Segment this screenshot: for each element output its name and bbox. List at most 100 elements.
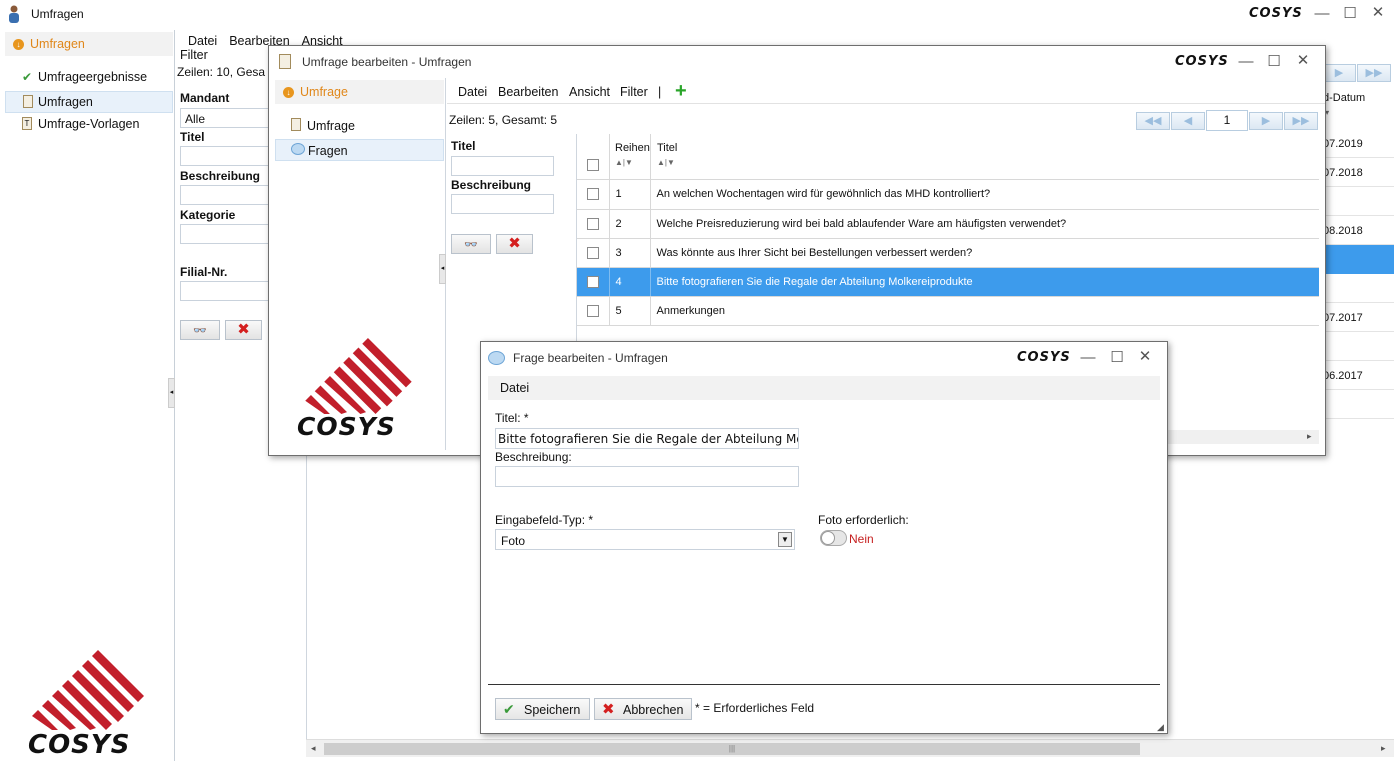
main-hscrollbar[interactable]: ◂ ||| ▸ [306, 739, 1394, 757]
main-pager-next[interactable]: ▶ [1322, 64, 1356, 82]
table-row[interactable]: 2 Welche Preisreduzierung wird bei bald … [577, 209, 1319, 239]
menu-datei[interactable]: Datei [458, 85, 487, 99]
scroll-left-icon[interactable]: ◂ [311, 743, 316, 754]
maximize-icon[interactable]: ☐ [1265, 54, 1283, 69]
survey-nav-umfrage[interactable]: Umfrage [289, 116, 439, 136]
select-all-checkbox[interactable] [587, 159, 599, 171]
foto-toggle[interactable] [820, 530, 847, 546]
menu-filter[interactable]: Filter [620, 85, 648, 99]
sidebar-header[interactable]: ↓ Umfragen [5, 32, 173, 56]
menu-bearbeiten[interactable]: Bearbeiten [498, 85, 558, 99]
save-button[interactable]: ✔ Speichern [495, 698, 590, 720]
titel-field[interactable] [180, 146, 280, 166]
red-x-icon: ✖ [508, 235, 521, 252]
minimize-icon[interactable]: — [1237, 54, 1255, 69]
menu-filter[interactable]: Filter [180, 48, 208, 62]
scroll-right-icon[interactable]: ▸ [1381, 743, 1386, 754]
main-pager-last[interactable]: ▶▶ [1357, 64, 1391, 82]
titel-input-value: Bitte fotografieren Sie die Regale der A… [498, 432, 799, 446]
scroll-thumb[interactable]: ||| [324, 743, 1140, 755]
sidebar-item-umfrage-vorlagen[interactable]: T Umfrage-Vorlagen [20, 115, 170, 135]
column-divider [650, 134, 651, 180]
pager-last[interactable]: ▶▶ [1284, 112, 1318, 130]
menu-datei[interactable]: Datei [500, 381, 529, 395]
main-rows-info: Zeilen: 10, Gesa [177, 65, 266, 79]
close-icon[interactable]: ✕ [1294, 53, 1312, 68]
typ-select[interactable]: Foto ▼ [495, 529, 795, 550]
filter-titel-field[interactable] [451, 156, 554, 176]
cosys-logo-large-text: COSYS [28, 730, 131, 760]
filter-titel-label: Titel [451, 139, 476, 153]
sort-arrows-reihen[interactable]: ▲|▼ [615, 158, 633, 167]
cosys-logo-titlebar: COSYS [1249, 6, 1303, 21]
column-header-reihen[interactable]: Reihen [615, 142, 650, 154]
menu-datei[interactable]: Datei [188, 34, 217, 48]
mandant-label: Mandant [180, 91, 230, 105]
beschreibung-input[interactable] [495, 466, 799, 487]
search-button[interactable]: 👓 [451, 234, 491, 254]
datum-column-header: d-Datum [1323, 92, 1366, 104]
row-nr: 5 [609, 296, 651, 326]
table-row[interactable]: 3 Was könnte aus Ihrer Sicht bei Bestell… [577, 238, 1319, 268]
beschreibung-field[interactable] [180, 185, 280, 205]
maximize-icon[interactable]: ☐ [1341, 6, 1359, 21]
sidebar-item-label: Umfrage-Vorlagen [38, 117, 140, 131]
pager-page-input[interactable]: 1 [1206, 110, 1248, 131]
pager-next[interactable]: ▶ [1249, 112, 1283, 130]
survey-collapse-handle[interactable]: ◂ [439, 254, 446, 284]
sort-arrows-titel[interactable]: ▲|▼ [657, 158, 675, 167]
sidebar-item-umfrageergebnisse[interactable]: ✔ Umfrageergebnisse [20, 68, 170, 88]
filial-field[interactable] [180, 281, 280, 301]
column-header-titel[interactable]: Titel [657, 142, 677, 154]
survey-window-title: Umfrage bearbeiten - Umfragen [302, 55, 472, 69]
foto-label: Foto erforderlich: [818, 513, 909, 527]
minimize-icon[interactable]: — [1079, 350, 1097, 365]
column-divider [609, 134, 610, 180]
close-icon[interactable]: ✕ [1369, 5, 1387, 20]
sidebar-collapse-handle[interactable]: ◂ [168, 378, 175, 408]
survey-titlebar[interactable]: Umfrage bearbeiten - Umfragen COSYS — ☐ … [269, 46, 1325, 78]
close-icon[interactable]: ✕ [1136, 349, 1154, 364]
beschreibung-label: Beschreibung: [495, 450, 572, 464]
clear-filter-button[interactable]: ✖ [225, 320, 262, 340]
pager-first[interactable]: ◀◀ [1136, 112, 1170, 130]
survey-sidebar-header[interactable]: ↓ Umfrage [275, 80, 444, 104]
chevron-down-icon[interactable]: ▼ [778, 532, 792, 547]
cancel-button-label: Abbrechen [623, 703, 684, 717]
menu-separator: | [658, 85, 662, 99]
survey-menubar: Datei Bearbeiten Ansicht Filter | + [447, 80, 1325, 104]
add-icon[interactable]: + [675, 80, 687, 103]
row-checkbox[interactable] [586, 275, 599, 288]
filter-beschreibung-field[interactable] [451, 194, 554, 214]
cancel-button[interactable]: ✖ Abbrechen [594, 698, 692, 720]
dialog-footer-divider [488, 684, 1160, 685]
row-nr: 4 [609, 267, 651, 297]
dialog-titlebar[interactable]: Frage bearbeiten - Umfragen COSYS — ☐ ✕ [481, 342, 1167, 374]
check-doc-icon: ✔ [22, 70, 33, 84]
row-checkbox[interactable] [586, 188, 599, 201]
menu-ansicht[interactable]: Ansicht [569, 85, 610, 99]
table-row[interactable]: 5 Anmerkungen [577, 296, 1319, 326]
speech-bubble-icon [291, 143, 305, 155]
row-checkbox[interactable] [586, 217, 599, 230]
scroll-right-icon[interactable]: ▸ [1307, 431, 1312, 442]
save-button-label: Speichern [524, 703, 581, 717]
resize-grip-icon[interactable]: ◢ [1157, 722, 1164, 733]
table-row[interactable]: 1 An welchen Wochentagen wird für gewöhn… [577, 180, 1319, 210]
foto-toggle-value: Nein [849, 532, 874, 546]
titel-input[interactable]: Bitte fotografieren Sie die Regale der A… [495, 428, 799, 449]
pager-prev[interactable]: ◀ [1171, 112, 1205, 130]
sidebar-item-umfragen[interactable]: Umfragen [5, 91, 173, 113]
minimize-icon[interactable]: — [1313, 6, 1331, 21]
clear-filter-button[interactable]: ✖ [496, 234, 533, 254]
row-titel: An welchen Wochentagen wird für gewöhnli… [650, 180, 1319, 210]
row-titel: Welche Preisreduzierung wird bei bald ab… [650, 209, 1319, 239]
row-checkbox[interactable] [586, 304, 599, 317]
survey-nav-fragen[interactable]: Fragen [275, 139, 444, 161]
table-row-selected[interactable]: 4 Bitte fotografieren Sie die Regale der… [577, 267, 1319, 297]
maximize-icon[interactable]: ☐ [1108, 350, 1126, 365]
search-button[interactable]: 👓 [180, 320, 220, 340]
mandant-select[interactable]: Alle [180, 108, 280, 128]
kategorie-field[interactable] [180, 224, 280, 244]
row-checkbox[interactable] [586, 246, 599, 259]
